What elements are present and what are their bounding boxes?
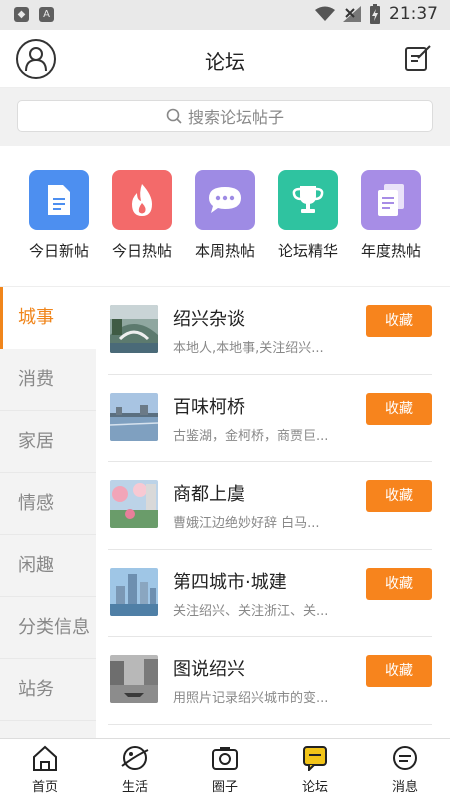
category-classifieds[interactable]: 分类信息 [0,597,96,659]
tab-forum[interactable]: 论坛 [280,743,350,795]
forum-description: 曹娥江边绝妙好辞 白马... [173,516,320,531]
files-icon [361,170,421,230]
quick-link-today-new[interactable]: 今日新帖 [24,170,94,261]
forum-description: 关注绍兴、关注浙江、关... [173,603,329,619]
search-area: 搜索论坛帖子 [0,88,450,146]
camera-icon [190,743,260,773]
tab-life[interactable]: 生活 [100,743,170,795]
forum-icon [280,743,350,773]
forum-thumbnail [110,392,158,441]
forum-row[interactable]: 百味柯桥 古鉴湖，金柯桥，商贾巨... 收藏 [108,375,432,462]
favorite-button[interactable]: 收藏 [366,567,432,600]
forum-row[interactable]: 图说绍兴 用照片记录绍兴城市的变... 收藏 [108,637,432,725]
bottom-tab-bar: 首页 生活 圈子 论坛 消息 [0,738,450,800]
forum-thumbnail [110,305,158,353]
signal-icon [343,6,361,22]
clock: 21:37 [389,4,438,24]
category-consumption[interactable]: 消费 [0,349,96,411]
forum-row[interactable]: 商都上虞 曹娥江边绝妙好辞 白马... 收藏 [108,462,432,550]
page-title: 论坛 [205,50,245,74]
category-sidebar: 城事 消费 家居 情感 闲趣 分类信息 站务 [0,287,96,738]
forum-title: 图说绍兴 [173,659,245,680]
chat-bubble-icon [195,170,255,230]
favorite-button[interactable]: 收藏 [366,305,432,337]
forum-row[interactable]: 第四城市·城建 关注绍兴、关注浙江、关... 收藏 [108,550,432,637]
favorite-button[interactable]: 收藏 [366,392,432,425]
favorite-button[interactable]: 收藏 [366,480,432,512]
forum-thumbnail [110,655,158,703]
top-bar: 论坛 [0,30,450,88]
tab-circle[interactable]: 圈子 [190,743,260,795]
edit-icon [405,45,431,71]
category-leisure[interactable]: 闲趣 [0,535,96,597]
forum-list: 绍兴杂谈 本地人,本地事,关注绍兴... 收藏 百味柯桥 古鉴湖，金柯桥，商贾巨… [96,287,450,738]
favorite-button[interactable]: 收藏 [366,655,432,687]
forum-description: 用照片记录绍兴城市的变... [173,691,329,706]
forum-description: 古鉴湖，金柯桥，商贾巨... [173,428,329,444]
search-input[interactable]: 搜索论坛帖子 [17,100,433,132]
document-icon [29,170,89,230]
category-city[interactable]: 城事 [0,287,96,349]
a-notification-icon: A [39,7,54,22]
search-placeholder: 搜索论坛帖子 [187,108,284,127]
forum-description: 本地人,本地事,关注绍兴... [173,341,324,356]
trophy-icon [278,170,338,230]
flame-icon [112,170,172,230]
forum-title: 绍兴杂谈 [173,309,245,330]
tab-message[interactable]: 消息 [370,743,440,795]
category-home[interactable]: 家居 [0,411,96,473]
forum-title: 第四城市·城建 [173,571,287,593]
compose-button[interactable] [404,44,432,72]
forum-thumbnail [110,480,158,528]
forum-row[interactable]: 绍兴杂谈 本地人,本地事,关注绍兴... 收藏 [108,287,432,375]
category-site-affairs[interactable]: 站务 [0,659,96,721]
battery-icon [370,4,380,24]
forum-thumbnail [110,567,158,616]
status-bar: ◆ A 21:37 [0,0,450,30]
shield-icon: ◆ [14,7,29,22]
forum-title: 百味柯桥 [173,396,245,418]
quick-link-week-hot[interactable]: 本周热帖 [190,170,260,261]
planet-icon [100,743,170,773]
search-icon [166,108,182,124]
forum-title: 商都上虞 [173,484,245,505]
message-icon [370,743,440,773]
home-icon [10,743,80,773]
quick-link-featured[interactable]: 论坛精华 [273,170,343,261]
quick-link-year-hot[interactable]: 年度热帖 [356,170,426,261]
category-emotion[interactable]: 情感 [0,473,96,535]
quick-link-today-hot[interactable]: 今日热帖 [107,170,177,261]
tab-home[interactable]: 首页 [10,743,80,795]
quick-links: 今日新帖 今日热帖 本周热帖 论坛精华 年度热帖 [0,146,450,286]
wifi-icon [315,6,335,21]
